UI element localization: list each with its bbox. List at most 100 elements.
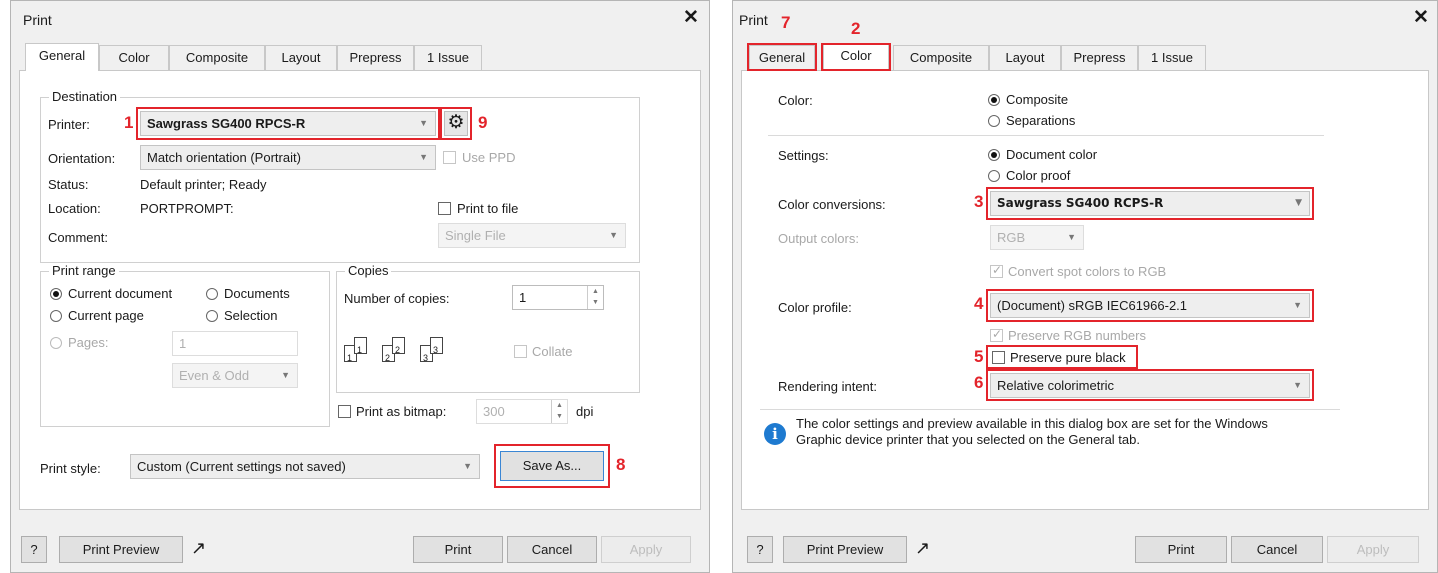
- pages-input[interactable]: 1: [172, 331, 298, 356]
- print-to-file-checkbox[interactable]: [438, 202, 451, 215]
- status-label: Status:: [48, 177, 89, 192]
- spin-arrows-icon[interactable]: ▲ ▼: [551, 400, 567, 423]
- printer-select[interactable]: Sawgrass SG400 RPCS-R ▼: [140, 111, 436, 136]
- color-label: Color:: [778, 93, 813, 108]
- copies-input[interactable]: 1 ▲ ▼: [512, 285, 604, 310]
- dropdown-arrow-icon: ▼: [1295, 198, 1302, 208]
- use-ppd-checkbox[interactable]: [443, 151, 456, 164]
- gear-icon[interactable]: ⚙: [444, 111, 468, 136]
- color-conversions-select[interactable]: Sawgrass SG400 RCPS-R ▼: [990, 191, 1310, 216]
- current-document-label: Current document: [68, 286, 173, 301]
- apply-button[interactable]: Apply: [1327, 536, 1419, 563]
- print-style-value: Custom (Current settings not saved): [137, 459, 346, 474]
- tab-prepress[interactable]: Prepress: [337, 45, 414, 70]
- documents-label: Documents: [224, 286, 290, 301]
- pages-radio[interactable]: [50, 337, 62, 349]
- color-profile-value: (Document) sRGB IEC61966-2.1: [997, 298, 1188, 313]
- page-icon: 3: [430, 337, 443, 355]
- close-icon[interactable]: ✕: [683, 8, 699, 27]
- marker-9: 9: [478, 113, 488, 132]
- print-button[interactable]: Print: [413, 536, 503, 563]
- number-of-copies-label: Number of copies:: [344, 291, 450, 306]
- orientation-label: Orientation:: [48, 151, 116, 166]
- composite-radio[interactable]: [988, 94, 1000, 106]
- rendering-intent-select[interactable]: Relative colorimetric ▼: [990, 373, 1310, 398]
- marker-2: 2: [851, 19, 861, 38]
- page-icon: 1: [354, 337, 367, 355]
- print-preview-button[interactable]: Print Preview: [59, 536, 183, 563]
- help-button[interactable]: ?: [21, 536, 47, 563]
- dropdown-arrow-icon: ▼: [609, 230, 618, 240]
- print-dialog-general: Print ✕ General Color Composite Layout P…: [10, 0, 710, 573]
- preserve-black-checkbox[interactable]: [992, 351, 1005, 364]
- divider: [768, 135, 1324, 136]
- selection-label: Selection: [224, 308, 278, 323]
- tab-color[interactable]: Color: [99, 45, 169, 70]
- tab-color[interactable]: Color: [823, 43, 889, 71]
- popout-icon[interactable]: ↗: [915, 538, 930, 558]
- tab-issue[interactable]: 1 Issue: [1138, 45, 1206, 70]
- cancel-button[interactable]: Cancel: [1231, 536, 1323, 563]
- dropdown-arrow-icon: ▼: [1293, 300, 1302, 310]
- tab-layout[interactable]: Layout: [989, 45, 1061, 70]
- help-button[interactable]: ?: [747, 536, 773, 563]
- group-title: Print range: [49, 263, 119, 278]
- marker-3: 3: [974, 192, 984, 211]
- selection-radio[interactable]: [206, 310, 218, 322]
- file-mode-select[interactable]: Single File ▼: [438, 223, 626, 248]
- convert-spot-checkbox[interactable]: [990, 263, 1003, 278]
- tab-panel: Destination Printer: 1 Sawgrass SG400 RP…: [19, 70, 701, 510]
- preserve-rgb-checkbox[interactable]: [990, 327, 1003, 342]
- info-icon: i: [764, 423, 786, 445]
- page-filter-select[interactable]: Even & Odd ▼: [172, 363, 298, 388]
- location-label: Location:: [48, 201, 101, 216]
- tab-composite[interactable]: Composite: [893, 45, 989, 70]
- pages-label: Pages:: [68, 335, 109, 350]
- apply-button[interactable]: Apply: [601, 536, 691, 563]
- tab-layout[interactable]: Layout: [265, 45, 337, 70]
- save-as-button[interactable]: Save As...: [500, 451, 604, 481]
- output-colors-select[interactable]: RGB ▼: [990, 225, 1084, 250]
- marker-8: 8: [616, 455, 626, 474]
- color-conversions-value: Sawgrass SG400 RCPS-R: [997, 196, 1164, 210]
- document-color-label: Document color: [1006, 147, 1098, 162]
- cancel-button[interactable]: Cancel: [507, 536, 597, 563]
- preserve-black-label: Preserve pure black: [1010, 350, 1126, 365]
- tab-issue[interactable]: 1 Issue: [414, 45, 482, 70]
- color-conversions-label: Color conversions:: [778, 197, 886, 212]
- separations-radio[interactable]: [988, 115, 1000, 127]
- dpi-input[interactable]: 300 ▲ ▼: [476, 399, 568, 424]
- tab-composite[interactable]: Composite: [169, 45, 265, 70]
- marker-5: 5: [974, 347, 984, 366]
- documents-radio[interactable]: [206, 288, 218, 300]
- tab-prepress[interactable]: Prepress: [1061, 45, 1138, 70]
- spin-arrows-icon[interactable]: ▲ ▼: [587, 286, 603, 309]
- color-proof-label: Color proof: [1006, 168, 1071, 183]
- convert-spot-label: Convert spot colors to RGB: [1008, 264, 1167, 279]
- current-page-label: Current page: [68, 308, 144, 323]
- document-color-radio[interactable]: [988, 149, 1000, 161]
- print-as-bitmap-checkbox[interactable]: [338, 405, 351, 418]
- print-preview-button[interactable]: Print Preview: [783, 536, 907, 563]
- current-document-radio[interactable]: [50, 288, 62, 300]
- group-title: Destination: [49, 89, 121, 104]
- comment-label: Comment:: [48, 230, 108, 245]
- print-style-select[interactable]: Custom (Current settings not saved) ▼: [130, 454, 480, 479]
- color-profile-select[interactable]: (Document) sRGB IEC61966-2.1 ▼: [990, 293, 1310, 318]
- current-page-radio[interactable]: [50, 310, 62, 322]
- orientation-select[interactable]: Match orientation (Portrait) ▼: [140, 145, 436, 170]
- rendering-intent-label: Rendering intent:: [778, 379, 878, 394]
- settings-label: Settings:: [778, 148, 829, 163]
- collate-checkbox[interactable]: [514, 345, 527, 358]
- tab-general[interactable]: General: [25, 43, 99, 71]
- tab-general[interactable]: General: [749, 45, 815, 70]
- print-button[interactable]: Print: [1135, 536, 1227, 563]
- separations-label: Separations: [1006, 113, 1076, 128]
- marker-1: 1: [124, 113, 134, 132]
- page-filter-value: Even & Odd: [179, 368, 250, 383]
- composite-label: Composite: [1006, 92, 1069, 107]
- info-text: The color settings and preview available…: [796, 416, 1268, 447]
- close-icon[interactable]: ✕: [1413, 8, 1429, 27]
- popout-icon[interactable]: ↗: [191, 538, 206, 558]
- color-proof-radio[interactable]: [988, 170, 1000, 182]
